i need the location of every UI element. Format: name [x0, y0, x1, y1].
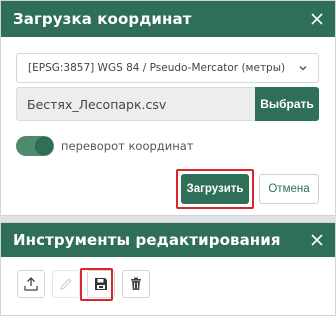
cancel-button[interactable]: Отмена — [259, 174, 319, 204]
panel-title: Инструменты редактирования — [13, 231, 281, 249]
save-button-highlight — [80, 268, 113, 301]
trash-icon — [131, 277, 141, 290]
browse-button[interactable]: Выбрать — [255, 87, 319, 121]
crs-select[interactable]: [EPSG:3857] WGS 84 / Pseudo-Mercator (ме… — [16, 53, 319, 83]
load-coordinates-dialog: Загрузка координат [EPSG:3857] WGS 84 / … — [0, 0, 336, 216]
edit-button[interactable] — [52, 270, 80, 298]
dialog-header: Загрузка координат — [1, 1, 335, 37]
upload-icon — [24, 277, 38, 291]
close-icon[interactable] — [309, 232, 325, 248]
close-icon[interactable] — [309, 11, 325, 27]
edit-icon — [60, 278, 72, 290]
crs-select-value: [EPSG:3857] WGS 84 / Pseudo-Mercator (ме… — [28, 62, 286, 74]
file-picker: Бестях_Лесопарк.csv Выбрать — [16, 87, 319, 121]
flip-coordinates-toggle[interactable] — [16, 136, 54, 156]
chevron-down-icon — [299, 66, 307, 71]
delete-button[interactable] — [122, 270, 150, 298]
flip-coordinates-row: переворот координат — [16, 135, 193, 157]
upload-button[interactable] — [17, 270, 45, 298]
editing-tools-panel: Инструменты редактирования — [0, 222, 336, 316]
flip-coordinates-label: переворот координат — [61, 139, 194, 153]
toggle-knob — [35, 137, 53, 155]
dialog-title: Загрузка координат — [13, 10, 192, 28]
load-button[interactable]: Загрузить — [181, 174, 249, 204]
panel-header: Инструменты редактирования — [1, 223, 335, 257]
file-name-field[interactable]: Бестях_Лесопарк.csv — [16, 87, 255, 121]
